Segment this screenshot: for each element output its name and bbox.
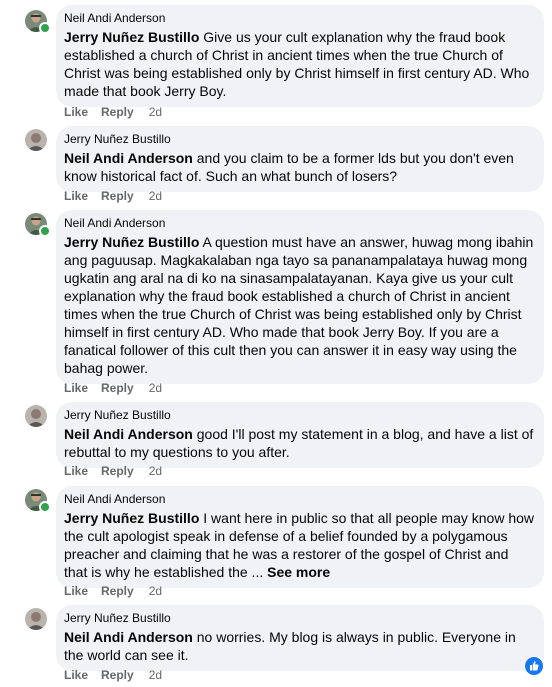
timestamp[interactable]: 2d (149, 381, 162, 395)
see-more-link[interactable]: See more (267, 564, 330, 580)
comment-text: Jerry Nuñez Bustillo A question must hav… (64, 233, 534, 377)
comment-actions: Like Reply 2d (64, 189, 175, 203)
comment-bubble: Jerry Nuñez Bustillo Neil Andi Anderson … (56, 126, 544, 192)
comment-bubble: Neil Andi Anderson Jerry Nuñez Bustillo … (56, 210, 544, 384)
reply-button[interactable]: Reply (101, 668, 134, 682)
timestamp[interactable]: 2d (149, 668, 162, 682)
like-button[interactable]: Like (64, 189, 88, 203)
reply-button[interactable]: Reply (101, 189, 134, 203)
mention-link[interactable]: Neil Andi Anderson (64, 426, 193, 442)
timestamp[interactable]: 2d (149, 189, 162, 203)
comment-text: Neil Andi Anderson and you claim to be a… (64, 149, 534, 185)
comment-author[interactable]: Neil Andi Anderson (64, 492, 534, 507)
comment-text: Neil Andi Anderson good I'll post my sta… (64, 425, 534, 461)
like-button[interactable]: Like (64, 668, 88, 682)
comment-actions: Like Reply 2d (64, 668, 175, 682)
avatar[interactable] (25, 608, 47, 630)
thumbs-up-icon[interactable] (524, 656, 544, 676)
mention-link[interactable]: Neil Andi Anderson (64, 150, 193, 166)
timestamp[interactable]: 2d (149, 464, 162, 478)
avatar[interactable] (25, 405, 47, 427)
timestamp[interactable]: 2d (149, 584, 162, 598)
comment-author[interactable]: Neil Andi Anderson (64, 11, 534, 26)
comment-bubble: Neil Andi Anderson Jerry Nuñez Bustillo … (56, 486, 544, 588)
comment-text: Jerry Nuñez Bustillo I want here in publ… (64, 509, 534, 581)
reply-button[interactable]: Reply (101, 105, 134, 119)
comment-body: A question must have an answer, huwag mo… (64, 234, 534, 376)
comment-author[interactable]: Jerry Nuñez Bustillo (64, 132, 534, 147)
like-button[interactable]: Like (64, 584, 88, 598)
comment-bubble: Neil Andi Anderson Jerry Nuñez Bustillo … (56, 5, 544, 107)
comment-actions: Like Reply 2d (64, 105, 175, 119)
like-button[interactable]: Like (64, 105, 88, 119)
reply-button[interactable]: Reply (101, 381, 134, 395)
comment-actions: Like Reply 2d (64, 381, 175, 395)
comment-bubble: Jerry Nuñez Bustillo Neil Andi Anderson … (56, 605, 544, 671)
comment-actions: Like Reply 2d (64, 464, 175, 478)
comment-text: Neil Andi Anderson no worries. My blog i… (64, 628, 534, 664)
avatar[interactable] (25, 129, 47, 151)
mention-link[interactable]: Neil Andi Anderson (64, 629, 193, 645)
online-status-dot (39, 22, 51, 34)
comment-author[interactable]: Jerry Nuñez Bustillo (64, 408, 534, 423)
like-button[interactable]: Like (64, 464, 88, 478)
like-button[interactable]: Like (64, 381, 88, 395)
mention-link[interactable]: Jerry Nuñez Bustillo (64, 234, 199, 250)
comment-text: Jerry Nuñez Bustillo Give us your cult e… (64, 28, 534, 100)
reply-button[interactable]: Reply (101, 464, 134, 478)
comment-actions: Like Reply 2d (64, 584, 175, 598)
timestamp[interactable]: 2d (149, 105, 162, 119)
reply-button[interactable]: Reply (101, 584, 134, 598)
mention-link[interactable]: Jerry Nuñez Bustillo (64, 510, 199, 526)
online-status-dot (39, 501, 51, 513)
comment-author[interactable]: Neil Andi Anderson (64, 216, 534, 231)
mention-link[interactable]: Jerry Nuñez Bustillo (64, 29, 199, 45)
online-status-dot (39, 225, 51, 237)
comment-bubble: Jerry Nuñez Bustillo Neil Andi Anderson … (56, 402, 544, 468)
comment-author[interactable]: Jerry Nuñez Bustillo (64, 611, 534, 626)
